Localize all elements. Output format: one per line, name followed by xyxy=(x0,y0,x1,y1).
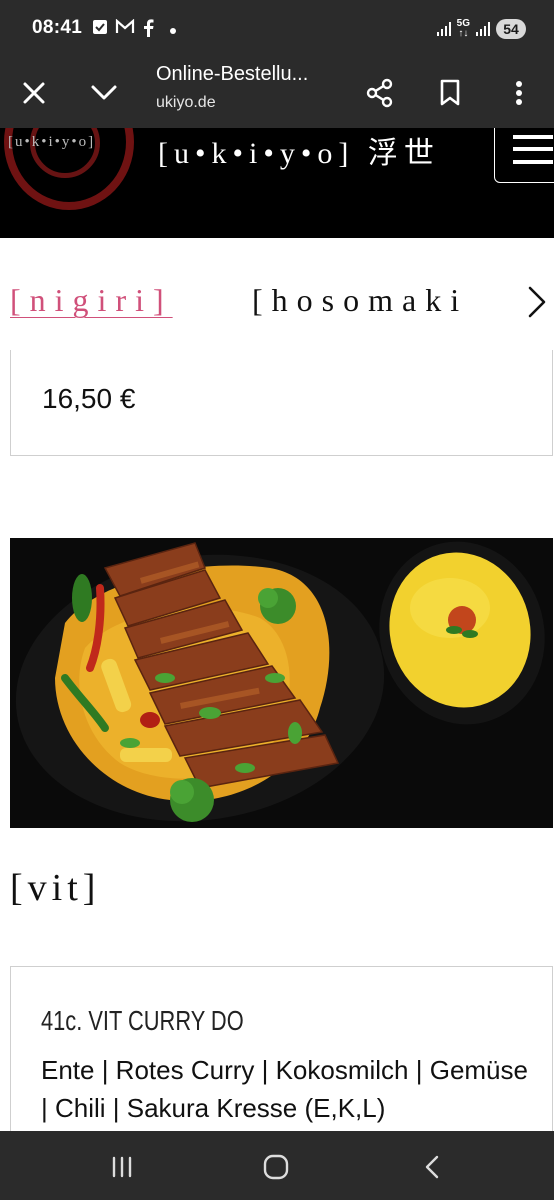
hamburger-line xyxy=(513,135,553,139)
chevron-right-icon[interactable] xyxy=(522,284,552,320)
section-title-vit: [vit] xyxy=(10,867,101,909)
back-icon xyxy=(425,1155,439,1179)
recents-button[interactable] xyxy=(100,1147,144,1187)
check-notification-icon xyxy=(92,19,108,40)
recents-icon xyxy=(112,1156,132,1178)
home-icon xyxy=(263,1154,289,1180)
wifi-signal-icon xyxy=(436,22,451,36)
dot-icon xyxy=(169,22,177,40)
previous-item-card[interactable]: 16,50 € xyxy=(10,350,553,456)
battery-badge: 54 xyxy=(496,19,526,39)
custom-tab-toolbar: Online-Bestellu... ukiyo.de xyxy=(0,58,554,128)
status-bar: 08:41 5G ↑↓ 54 xyxy=(0,0,554,58)
page-url: ukiyo.de xyxy=(156,94,216,111)
close-button[interactable] xyxy=(12,71,56,115)
back-button[interactable] xyxy=(410,1147,454,1187)
hamburger-line xyxy=(513,147,553,151)
status-right-group: 5G ↑↓ 54 xyxy=(436,17,526,41)
system-navigation-bar xyxy=(0,1131,554,1200)
bookmark-icon xyxy=(440,79,460,106)
hamburger-menu-button[interactable] xyxy=(494,128,554,183)
brand-name[interactable]: [u•k•i•y•o] 浮世 xyxy=(158,128,440,172)
bookmark-button[interactable] xyxy=(428,71,472,115)
gmail-icon xyxy=(115,18,135,40)
category-tab-hosomaki[interactable]: [hosomaki xyxy=(252,282,468,319)
cell-signal-icon xyxy=(476,22,490,36)
item-name: 41c. VIT CURRY DO xyxy=(41,1005,244,1036)
item-price: 16,50 € xyxy=(42,383,136,414)
category-tab-nigiri[interactable]: [nigiri] xyxy=(10,282,173,319)
dish-photo xyxy=(10,538,553,828)
more-options-button[interactable] xyxy=(497,71,541,115)
page-title: Online-Bestellu... xyxy=(156,63,309,85)
item-description: Ente | Rotes Curry | Kokosmilch | Gemüse… xyxy=(41,1055,528,1123)
home-button[interactable] xyxy=(254,1147,298,1187)
site-header: [u•k•i•y•o] [u•k•i•y•o] 浮世 xyxy=(0,128,554,238)
network-type-label: 5G ↑↓ xyxy=(456,18,470,39)
more-vert-icon xyxy=(516,81,522,105)
close-icon xyxy=(23,82,45,104)
chevron-down-icon xyxy=(91,85,117,100)
hamburger-line xyxy=(513,160,553,164)
menu-item-card[interactable]: 41c. VIT CURRY DO Ente | Rotes Curry | K… xyxy=(10,966,553,1146)
status-time: 08:41 xyxy=(32,17,83,38)
category-nav: [nigiri] [hosomaki xyxy=(0,238,554,350)
logo-text: [u•k•i•y•o] xyxy=(8,134,96,150)
share-button[interactable] xyxy=(358,71,402,115)
facebook-icon xyxy=(140,19,156,42)
share-icon xyxy=(366,78,393,108)
collapse-button[interactable] xyxy=(82,71,126,115)
